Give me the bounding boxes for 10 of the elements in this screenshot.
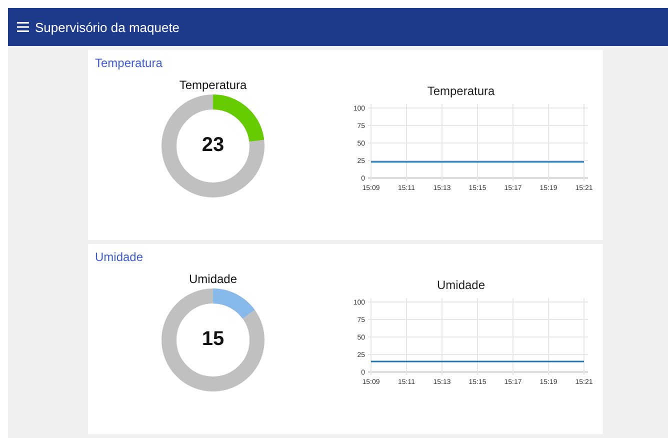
menu-icon[interactable] xyxy=(17,22,29,32)
app-title: Supervisório da maquete xyxy=(35,20,180,34)
chart-title: Umidade xyxy=(436,278,486,292)
section-title: Umidade xyxy=(95,250,144,264)
section-title: Temperatura xyxy=(95,56,164,70)
gauge-label: Temperatura xyxy=(179,78,247,92)
gauge-value: 15 xyxy=(200,328,226,351)
gauge-value: 23 xyxy=(200,134,226,157)
chart-title: Temperatura xyxy=(427,84,495,98)
gauge-label: Umidade xyxy=(188,272,238,286)
